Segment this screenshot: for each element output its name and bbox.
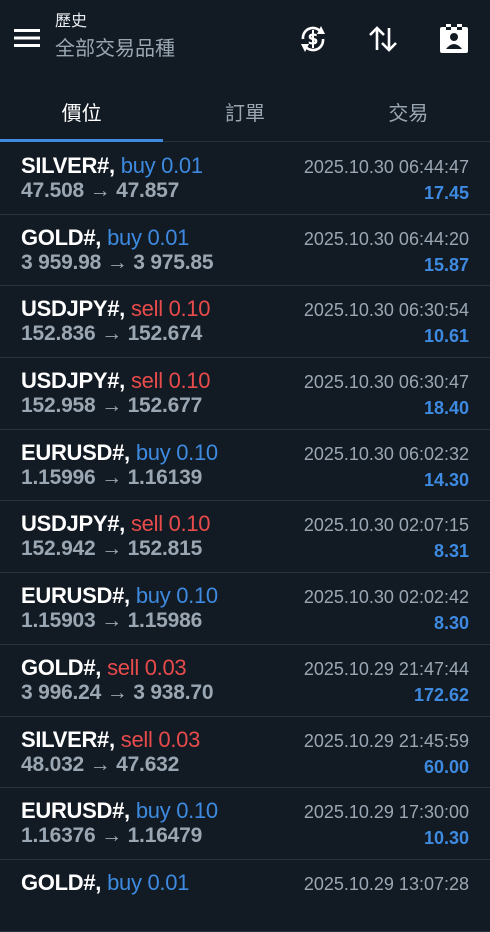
history-list: SILVER#, buy 0.01 47.508 → 47.857 2025.10.3… bbox=[0, 143, 490, 932]
symbol-label: GOLD#, bbox=[21, 869, 102, 895]
side-volume-label: buy 0.01 bbox=[107, 869, 190, 895]
deal-timestamp: 2025.10.30 02:07:15 bbox=[303, 515, 469, 536]
hamburger-menu-icon[interactable] bbox=[14, 27, 40, 49]
side-volume-label: sell 0.10 bbox=[130, 511, 211, 537]
history-row[interactable]: SILVER#, sell 0.03 48.032 → 47.632 2025.10.… bbox=[0, 717, 490, 789]
profit-value: 10.61 bbox=[423, 326, 469, 347]
profit-value: 172.62 bbox=[413, 684, 469, 705]
symbol-label: SILVER#, bbox=[21, 726, 115, 752]
title-block: 歷史 全部交易品種 bbox=[55, 12, 175, 62]
deal-title: GOLD#, sell 0.03 bbox=[21, 654, 187, 681]
deal-timestamp: 2025.10.30 06:44:47 bbox=[303, 157, 469, 177]
symbol-label: GOLD#, bbox=[21, 224, 102, 250]
price-range: 152.942 → 152.815 bbox=[21, 537, 203, 561]
side-volume-label: buy 0.10 bbox=[135, 439, 218, 465]
history-tabs: 價位 訂單 交易 bbox=[0, 82, 490, 142]
price-range: 1.15996 → 1.16139 bbox=[21, 465, 203, 489]
price-range: 3 959.98 → 3 975.85 bbox=[21, 250, 214, 274]
history-row[interactable]: USDJPY#, sell 0.10 152.942 → 152.815 2025.1… bbox=[0, 501, 490, 574]
deal-timestamp: 2025.10.29 13:07:28 bbox=[303, 873, 469, 894]
deal-timestamp: 2025.10.29 21:45:59 bbox=[303, 730, 469, 751]
tab-orders[interactable]: 訂單 bbox=[163, 82, 326, 141]
clipboard-report-icon[interactable] bbox=[437, 22, 471, 56]
deal-title: USDJPY#, sell 0.10 bbox=[21, 296, 211, 322]
symbol-filter[interactable]: 全部交易品種 bbox=[55, 36, 175, 62]
sort-arrows-icon[interactable] bbox=[366, 22, 400, 56]
profit-value: 60.00 bbox=[423, 756, 469, 777]
history-row[interactable]: USDJPY#, sell 0.10 152.836 → 152.674 2025.1… bbox=[0, 286, 490, 359]
deal-title: GOLD#, buy 0.01 bbox=[21, 225, 189, 251]
symbol-label: SILVER#, bbox=[21, 153, 115, 178]
history-row[interactable]: GOLD#, buy 0.01 2025.10.29 13:07:28 bbox=[0, 860, 490, 932]
deal-title: EURUSD#, buy 0.10 bbox=[21, 440, 218, 466]
deal-title: SILVER#, sell 0.03 bbox=[21, 727, 200, 753]
price-range: 1.15903 → 1.15986 bbox=[21, 609, 203, 633]
history-row[interactable]: SILVER#, buy 0.01 47.508 → 47.857 2025.10.3… bbox=[0, 143, 490, 215]
side-volume-label: sell 0.03 bbox=[120, 726, 201, 752]
price-range: 152.958 → 152.677 bbox=[21, 394, 203, 418]
deal-title: GOLD#, buy 0.01 bbox=[21, 870, 189, 896]
deal-timestamp: 2025.10.30 06:44:20 bbox=[303, 228, 469, 249]
deal-title: USDJPY#, sell 0.10 bbox=[21, 368, 211, 394]
price-range: 1.16376 → 1.16479 bbox=[21, 824, 203, 848]
deal-timestamp: 2025.10.29 21:47:44 bbox=[303, 658, 469, 679]
price-range: 48.032 → 47.632 bbox=[21, 752, 180, 776]
symbol-label: GOLD#, bbox=[21, 654, 102, 680]
deal-title: SILVER#, buy 0.01 bbox=[21, 153, 203, 179]
deal-title: USDJPY#, sell 0.10 bbox=[21, 511, 211, 537]
price-range: 152.836 → 152.674 bbox=[21, 322, 203, 346]
side-volume-label: buy 0.10 bbox=[135, 798, 218, 824]
tab-deals[interactable]: 交易 bbox=[327, 82, 490, 141]
history-row[interactable]: GOLD#, sell 0.03 3 996.24 → 3 938.70 2025.1… bbox=[0, 645, 490, 717]
side-volume-label: buy 0.10 bbox=[135, 583, 218, 609]
profit-value: 18.40 bbox=[423, 398, 469, 419]
deal-timestamp: 2025.10.29 17:30:00 bbox=[303, 802, 469, 823]
deal-timestamp: 2025.10.30 06:02:32 bbox=[303, 443, 469, 464]
deal-title: EURUSD#, buy 0.10 bbox=[21, 798, 218, 824]
deal-timestamp: 2025.10.30 02:02:42 bbox=[303, 587, 469, 608]
tab-positions[interactable]: 價位 bbox=[0, 82, 164, 142]
side-volume-label: sell 0.10 bbox=[130, 296, 211, 322]
price-range: 47.508 → 47.857 bbox=[21, 179, 180, 202]
history-row[interactable]: EURUSD#, buy 0.10 1.15903 → 1.15986 2025.10… bbox=[0, 573, 490, 645]
symbol-label: USDJPY#, bbox=[21, 511, 125, 537]
profit-value: 8.31 bbox=[433, 541, 469, 562]
symbol-label: USDJPY#, bbox=[21, 368, 125, 394]
symbol-label: EURUSD#, bbox=[21, 439, 130, 465]
side-volume-label: buy 0.01 bbox=[120, 153, 203, 178]
side-volume-label: sell 0.10 bbox=[130, 368, 211, 394]
symbol-label: EURUSD#, bbox=[21, 583, 130, 609]
history-row[interactable]: EURUSD#, buy 0.10 1.16376 → 1.16479 2025.10… bbox=[0, 788, 490, 860]
profit-value: 10.30 bbox=[423, 828, 469, 849]
profit-value: 8.30 bbox=[433, 613, 469, 634]
page-title: 歷史 bbox=[55, 13, 88, 30]
side-volume-label: sell 0.03 bbox=[107, 654, 187, 680]
profit-value: 14.30 bbox=[423, 469, 469, 490]
profit-value: 17.45 bbox=[423, 183, 469, 203]
currency-sync-icon[interactable]: S bbox=[296, 22, 330, 56]
history-row[interactable]: USDJPY#, sell 0.10 152.958 → 152.677 2025.1… bbox=[0, 358, 490, 430]
top-app-bar: 歷史 全部交易品種 S bbox=[0, 0, 490, 82]
history-row[interactable]: EURUSD#, buy 0.10 1.15996 → 1.16139 2025.10… bbox=[0, 430, 490, 502]
price-range: 3 996.24 → 3 938.70 bbox=[21, 680, 214, 704]
deal-timestamp: 2025.10.30 06:30:47 bbox=[303, 372, 469, 393]
deal-title: EURUSD#, buy 0.10 bbox=[21, 583, 218, 609]
deal-timestamp: 2025.10.30 06:30:54 bbox=[303, 300, 469, 321]
side-volume-label: buy 0.01 bbox=[107, 224, 190, 250]
history-row[interactable]: GOLD#, buy 0.01 3 959.98 → 3 975.85 2025.10… bbox=[0, 215, 490, 287]
symbol-label: EURUSD#, bbox=[21, 798, 130, 824]
profit-value: 15.87 bbox=[423, 254, 469, 275]
symbol-label: USDJPY#, bbox=[21, 296, 125, 322]
